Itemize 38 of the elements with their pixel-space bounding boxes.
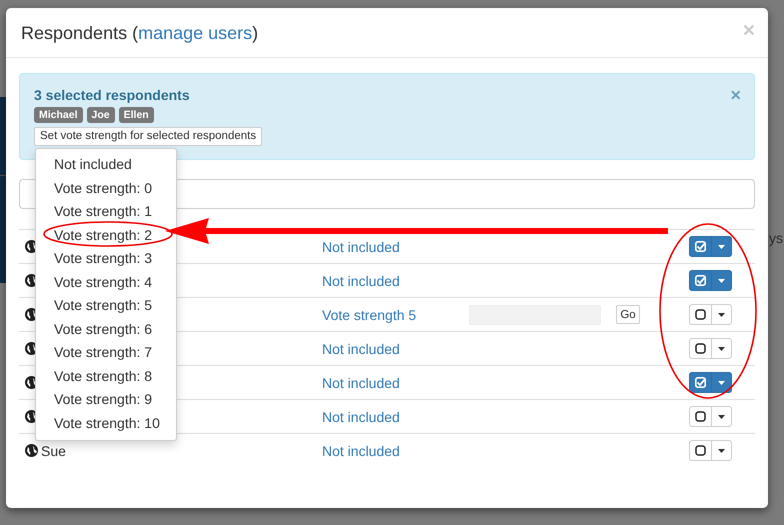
caret-icon bbox=[718, 244, 725, 248]
menu-item[interactable]: Vote strength: 4 bbox=[36, 270, 176, 294]
vote-status-link[interactable]: Not included bbox=[322, 374, 400, 390]
caret-icon bbox=[718, 448, 725, 452]
vote-status-link[interactable]: Not included bbox=[322, 340, 400, 356]
menu-item[interactable]: Vote strength: 10 bbox=[36, 412, 176, 435]
respondent-tag: Michael bbox=[34, 107, 83, 123]
go-button[interactable]: Go bbox=[616, 305, 640, 324]
menu-item[interactable]: Vote strength: 5 bbox=[36, 294, 176, 318]
caret-icon bbox=[718, 414, 725, 418]
menu-item[interactable]: Vote strength: 1 bbox=[36, 200, 176, 224]
menu-item[interactable]: Vote strength: 7 bbox=[36, 341, 176, 364]
vote-status-link[interactable]: Vote strength 5 bbox=[322, 306, 416, 322]
modal-title: Respondents ( bbox=[21, 23, 138, 43]
caret-icon bbox=[718, 312, 725, 316]
menu-item[interactable]: Not included bbox=[36, 153, 176, 176]
alert-heading: 3 selected respondents bbox=[34, 87, 190, 103]
caret-icon bbox=[718, 278, 725, 282]
menu-item[interactable]: Vote strength: 3 bbox=[36, 247, 176, 270]
manage-users-link[interactable]: manage users bbox=[138, 23, 252, 43]
vote-status-link[interactable]: Not included bbox=[322, 442, 400, 458]
vote-status-link[interactable]: Not included bbox=[322, 408, 400, 424]
menu-item[interactable]: Vote strength: 6 bbox=[36, 318, 176, 341]
menu-item[interactable]: Vote strength: 8 bbox=[36, 364, 176, 388]
menu-item[interactable]: Vote strength: 9 bbox=[36, 388, 176, 412]
set-vote-strength-button[interactable]: Set vote strength for selected respondents bbox=[34, 127, 262, 146]
modal-title: ) bbox=[252, 23, 258, 43]
page-text: ys bbox=[769, 230, 783, 246]
respondent-tag: Joe bbox=[86, 107, 115, 123]
respondent-name: Sue bbox=[41, 442, 66, 458]
menu-item[interactable]: Vote strength: 2 bbox=[36, 224, 176, 247]
respondent-tag: Ellen bbox=[118, 107, 154, 123]
vote-status-link[interactable]: Not included bbox=[322, 272, 400, 288]
globe-icon bbox=[25, 444, 38, 457]
caret-icon bbox=[718, 380, 725, 384]
vote-status-link[interactable]: Not included bbox=[322, 238, 400, 254]
caret-icon bbox=[718, 346, 725, 350]
menu-item[interactable]: Vote strength: 0 bbox=[36, 176, 176, 200]
